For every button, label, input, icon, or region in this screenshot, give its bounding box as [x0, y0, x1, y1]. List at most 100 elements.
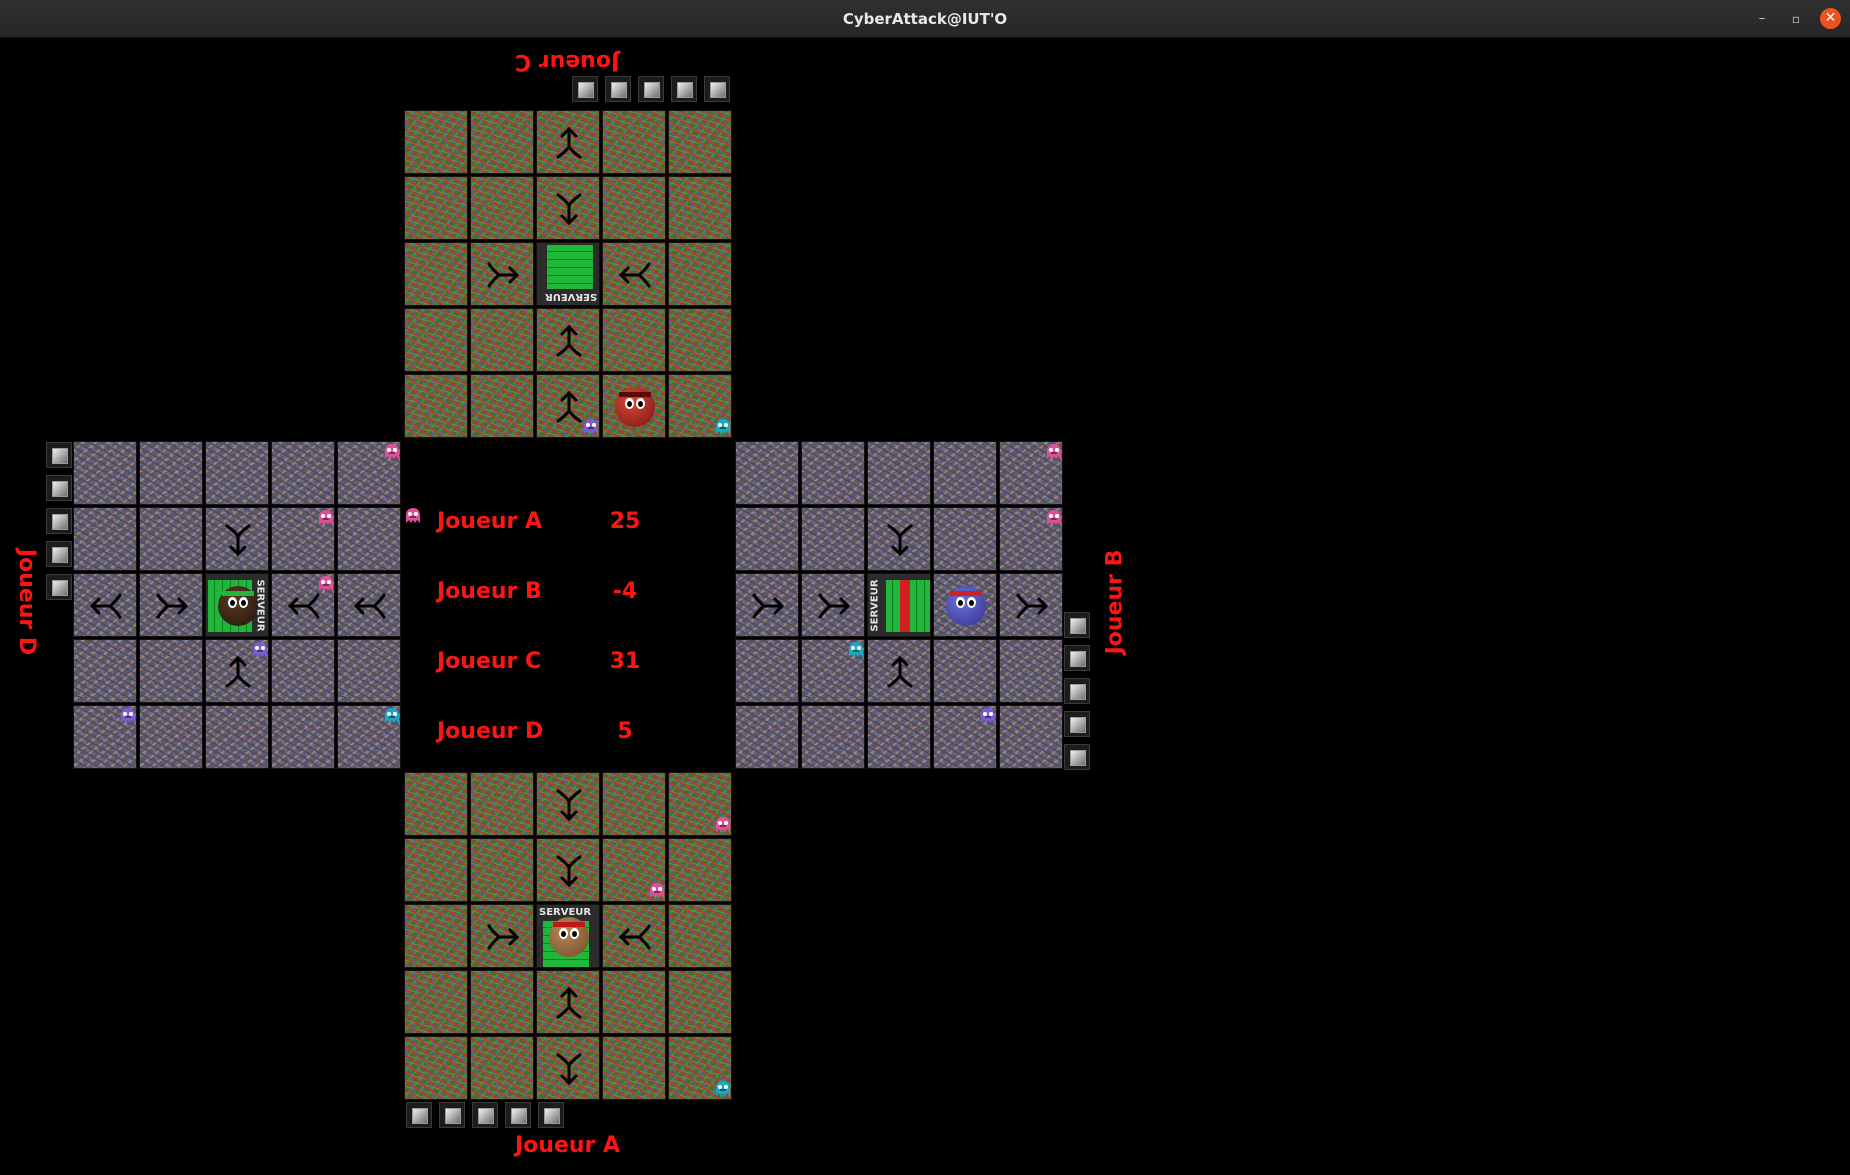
board-tile[interactable] — [73, 639, 137, 703]
board-tile[interactable] — [602, 176, 666, 240]
board-tile[interactable] — [933, 639, 997, 703]
board-tile[interactable] — [602, 242, 666, 306]
board-tile[interactable] — [139, 639, 203, 703]
board-tile[interactable] — [933, 441, 997, 505]
board-tile[interactable] — [470, 1036, 534, 1100]
board-tile[interactable] — [470, 176, 534, 240]
board-tile[interactable] — [139, 441, 203, 505]
board-tile[interactable] — [602, 970, 666, 1034]
board-tile[interactable] — [801, 441, 865, 505]
board-tile[interactable] — [271, 705, 335, 769]
board-tile[interactable] — [536, 176, 600, 240]
board-tile[interactable] — [404, 374, 468, 438]
board-tile[interactable] — [735, 573, 799, 637]
board-tile[interactable] — [735, 639, 799, 703]
player-label-d: Joueur D — [14, 548, 40, 656]
board-tile[interactable] — [73, 441, 137, 505]
board-tile[interactable] — [668, 176, 732, 240]
board-tile[interactable] — [470, 772, 534, 836]
board-tile[interactable] — [337, 507, 401, 571]
close-button[interactable]: ✕ — [1820, 8, 1841, 29]
board-tile[interactable] — [735, 441, 799, 505]
board-tile[interactable] — [668, 242, 732, 306]
arrow-right-icon — [487, 924, 520, 950]
board-tile[interactable] — [337, 639, 401, 703]
board-tile[interactable] — [536, 838, 600, 902]
window-titlebar: CyberAttack@IUT'O – ▫ ✕ — [0, 0, 1850, 38]
board-tile[interactable] — [735, 507, 799, 571]
score-value-d: 5 — [617, 719, 633, 744]
board-tile[interactable] — [801, 573, 865, 637]
board-tile[interactable] — [404, 308, 468, 372]
board-tile[interactable] — [668, 308, 732, 372]
player-label-a: Joueur A — [515, 1133, 621, 1158]
board-tile[interactable] — [404, 1036, 468, 1100]
pawn-player-a[interactable] — [549, 917, 589, 957]
board-tile[interactable] — [933, 573, 997, 637]
arrow-left-icon — [618, 262, 651, 288]
board-tile[interactable] — [668, 110, 732, 174]
pawn-player-c[interactable] — [615, 387, 655, 427]
board-tile[interactable] — [73, 507, 137, 571]
board-tile[interactable] — [470, 904, 534, 968]
board-tile[interactable] — [668, 904, 732, 968]
board-tile[interactable] — [668, 838, 732, 902]
board-tile[interactable] — [205, 441, 269, 505]
board-tile[interactable] — [867, 639, 931, 703]
board-tile[interactable] — [536, 110, 600, 174]
board-tile[interactable] — [470, 970, 534, 1034]
computer-slot — [406, 1102, 432, 1128]
board-tile[interactable] — [933, 507, 997, 571]
board-tile[interactable] — [668, 970, 732, 1034]
board-tile[interactable] — [271, 639, 335, 703]
board-tile[interactable] — [205, 705, 269, 769]
board-tile[interactable] — [999, 573, 1063, 637]
board-tile[interactable] — [735, 705, 799, 769]
board-tile[interactable] — [139, 573, 203, 637]
board-tile[interactable] — [602, 904, 666, 968]
board-tile[interactable] — [470, 110, 534, 174]
board-tile[interactable] — [602, 1036, 666, 1100]
board-tile[interactable] — [470, 242, 534, 306]
board-tile[interactable] — [536, 772, 600, 836]
arrow-left-icon — [618, 924, 651, 950]
board-tile[interactable] — [801, 705, 865, 769]
virus-purple-icon — [981, 708, 995, 723]
pawn-player-b[interactable] — [946, 586, 986, 626]
board-tile[interactable] — [73, 573, 137, 637]
board-tile[interactable] — [536, 1036, 600, 1100]
board-tile[interactable] — [337, 573, 401, 637]
board-tile[interactable] — [404, 176, 468, 240]
virus-purple-icon — [253, 642, 267, 657]
board-tile[interactable] — [867, 507, 931, 571]
board-tile[interactable] — [404, 110, 468, 174]
board-tile[interactable] — [404, 772, 468, 836]
board-tile[interactable] — [867, 705, 931, 769]
board-tile[interactable] — [139, 507, 203, 571]
board-tile[interactable] — [404, 242, 468, 306]
board-tile[interactable] — [602, 772, 666, 836]
board-tile[interactable] — [602, 308, 666, 372]
board-tile[interactable] — [205, 507, 269, 571]
board-tile[interactable] — [470, 374, 534, 438]
board-tile[interactable] — [470, 838, 534, 902]
board-tile[interactable] — [536, 970, 600, 1034]
arrow-up-icon — [887, 655, 913, 688]
board-tile[interactable] — [801, 507, 865, 571]
board-tile[interactable] — [867, 441, 931, 505]
board-tile[interactable] — [999, 639, 1063, 703]
board-tile[interactable] — [271, 441, 335, 505]
board-tile[interactable] — [404, 838, 468, 902]
board-tile[interactable] — [999, 705, 1063, 769]
board-tile[interactable] — [470, 308, 534, 372]
minimize-button[interactable]: – — [1752, 9, 1772, 29]
board-tile[interactable] — [404, 904, 468, 968]
board-tile[interactable] — [536, 308, 600, 372]
pawn-player-d[interactable] — [218, 586, 258, 626]
board-tile[interactable] — [602, 374, 666, 438]
maximize-button[interactable]: ▫ — [1786, 9, 1806, 29]
server-player-a: SERVEUR — [536, 904, 600, 968]
board-tile[interactable] — [139, 705, 203, 769]
board-tile[interactable] — [602, 110, 666, 174]
board-tile[interactable] — [404, 970, 468, 1034]
